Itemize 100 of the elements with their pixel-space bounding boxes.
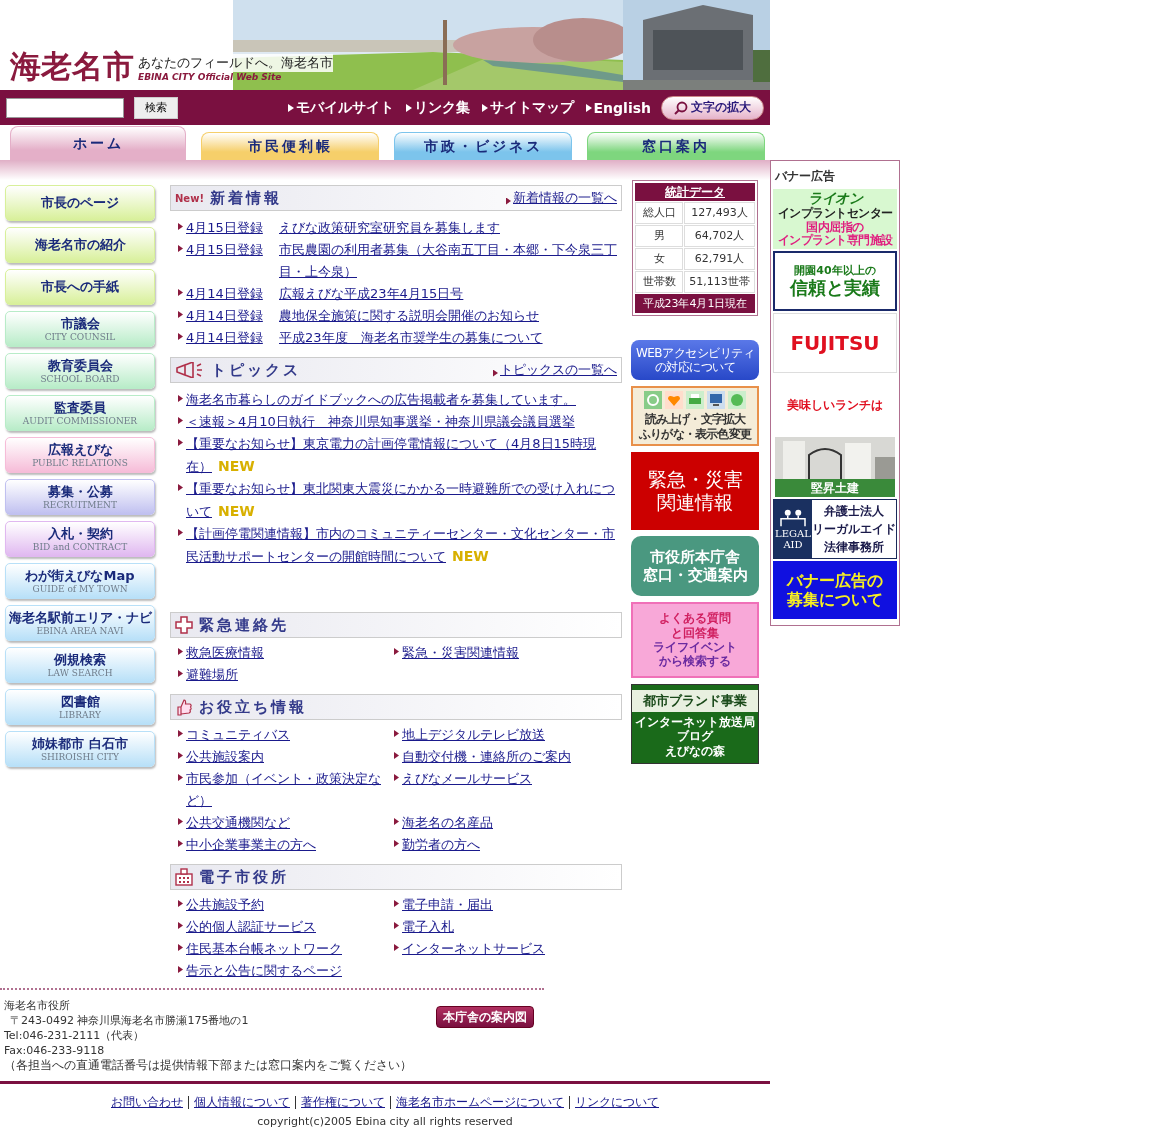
bullet-icon <box>178 484 183 491</box>
sidebar-item[interactable]: 市長のページ <box>5 185 155 221</box>
statistics-title[interactable]: 統計データ <box>635 183 755 201</box>
nav-tab[interactable]: 市民便利帳 <box>201 132 379 160</box>
info-link[interactable]: 中小企業事業主の方へ <box>186 834 316 856</box>
bullet-icon <box>394 922 399 929</box>
more-link[interactable]: 新着情報の一覧へ <box>513 189 617 207</box>
nav-link[interactable]: リンク集 <box>413 98 470 117</box>
news-link[interactable]: 市民農園の利用者募集（大谷南五丁目・本郷・下今泉三丁目・上今泉） <box>279 239 622 283</box>
news-link[interactable]: 農地保全施策に関する説明会開催のお知らせ <box>279 305 622 327</box>
text-zoom-button[interactable]: 文字の拡大 <box>661 95 764 120</box>
news-date-link[interactable]: 4月15日登録 <box>186 217 276 239</box>
lunch-ad-banner[interactable]: 美味しいランチは <box>773 375 897 435</box>
sidebar-item[interactable]: 市長への手紙 <box>5 269 155 305</box>
footer-link[interactable]: お問い合わせ <box>111 1094 183 1111</box>
sidebar-item[interactable]: 海老名駅前エリア・ナビ EBINA AREA NAVI <box>5 605 155 641</box>
city-logo[interactable]: 海老名市 <box>10 51 134 82</box>
info-link[interactable]: 勤労者の方へ <box>402 834 480 856</box>
broadcast-banner[interactable]: 都市ブランド事業 インターネット放送局 ブログ えびなの森 <box>631 684 759 764</box>
sidebar-item[interactable]: 市議会 CITY COUNSIL <box>5 311 155 347</box>
emergency-banner[interactable]: 緊急・災害 関連情報 <box>631 452 759 530</box>
info-link[interactable]: 公共交通機関など <box>186 812 290 834</box>
sidebar-item[interactable]: 監査委員 AUDIT COMMISSIONER <box>5 395 155 431</box>
news-date-link[interactable]: 4月15日登録 <box>186 239 276 283</box>
info-link[interactable]: 地上デジタルテレビ放送 <box>402 724 545 746</box>
footer-link[interactable]: 海老名市ホームページについて <box>396 1094 564 1111</box>
news-link[interactable]: 広報えびな平成23年4月15日号 <box>279 283 622 305</box>
info-link[interactable]: 救急医療情報 <box>186 642 264 664</box>
bullet-icon <box>178 670 183 677</box>
info-link[interactable]: 住民基本台帳ネットワーク <box>186 938 342 960</box>
nav-tab[interactable]: ホーム <box>10 126 186 160</box>
topic-link[interactable]: 【重要なお知らせ】東京電力の計画停電情報について（4月8日15時現在） NEW <box>186 433 622 478</box>
info-link[interactable]: 市民参加（イベント・政策決定など） <box>186 768 388 812</box>
info-link[interactable]: 緊急・災害関連情報 <box>402 642 519 664</box>
building-icon <box>175 868 193 886</box>
info-link[interactable]: インターネットサービス <box>402 938 545 960</box>
info-link[interactable]: 電子入札 <box>402 916 454 938</box>
map-button[interactable]: 本庁舎の案内図 <box>436 1006 534 1028</box>
accessibility-banner[interactable]: WEBアクセシビリティ の対応について <box>631 340 759 380</box>
sidebar-item[interactable]: 例規検索 LAW SEARCH <box>5 647 155 683</box>
bullet-icon <box>394 774 399 781</box>
reading-tools-banner[interactable]: 読み上げ・文字拡大 ふりがな・表示色変更 <box>631 386 759 446</box>
news-link[interactable]: えびな政策研究室研究員を募集します <box>279 217 622 239</box>
sidebar-item[interactable]: 広報えびな PUBLIC RELATIONS <box>5 437 155 473</box>
bullet-icon <box>178 818 183 825</box>
news-link[interactable]: 平成23年度 海老名市奨学生の募集について <box>279 327 622 349</box>
news-date-link[interactable]: 4月14日登録 <box>186 327 276 349</box>
info-link[interactable]: 海老名の名産品 <box>402 812 493 834</box>
topic-link[interactable]: 【計画停電関連情報】市内のコミュニティーセンター・文化センター・市民活動サポートセンターの開館時間について NEW <box>186 523 622 568</box>
ad-recruit-banner[interactable]: バナー広告の 募集について <box>773 561 897 619</box>
copyright-text: copyright(c)2005 Ebina city all rights reserved <box>256 1115 514 1128</box>
trust-ad-banner[interactable]: 開園40年以上の 信頼と実績 <box>773 251 897 311</box>
info-link[interactable]: コミュニティバス <box>186 724 290 746</box>
info-link[interactable]: 自動交付機・連絡所のご案内 <box>402 746 571 768</box>
implant-ad-banner[interactable]: ライオン インプラントセンター 国内屈指の インプラント専門施設 <box>773 189 897 249</box>
sidebar-item[interactable]: 姉妹都市 白石市 SHIROISHI CITY <box>5 731 155 767</box>
bullet-icon <box>394 648 399 655</box>
nav-tab[interactable]: 市政・ビジネス <box>394 132 572 160</box>
footer-link[interactable]: 著作権について <box>301 1094 385 1111</box>
topic-link[interactable]: ＜速報＞4月10日執行 神奈川県知事選挙・神奈川県議会議員選挙 <box>186 411 622 433</box>
info-link[interactable]: 電子申請・届出 <box>402 894 493 916</box>
info-link[interactable]: 公共施設予約 <box>186 894 264 916</box>
nav-link[interactable]: モバイルサイト <box>295 98 394 117</box>
sidebar-item[interactable]: 入札・契約 BID and CONTRACT <box>5 521 155 557</box>
topic-link[interactable]: 海老名市暮らしのガイドブックへの広告掲載者を募集しています。 <box>186 389 622 411</box>
info-link[interactable]: 避難場所 <box>186 664 238 686</box>
info-link[interactable]: 公共施設案内 <box>186 746 264 768</box>
bullet-icon <box>178 333 183 340</box>
sidebar-item[interactable]: 図書館 LIBRARY <box>5 689 155 725</box>
fujitsu-ad-banner[interactable]: FUJITSU <box>773 313 897 373</box>
topic-link[interactable]: 【重要なお知らせ】東北関東大震災にかかる一時避難所での受け入れについて NEW <box>186 478 622 523</box>
bullet-icon <box>506 197 511 205</box>
construction-ad-banner[interactable]: 堅昇土建 <box>773 437 897 497</box>
arrow-icon <box>287 103 294 112</box>
search-button[interactable]: 検索 <box>134 96 178 119</box>
sidebar-item[interactable]: わが街えびなMap GUIDE of MY TOWN <box>5 563 155 599</box>
search-field[interactable] <box>6 97 124 118</box>
more-link[interactable]: トピックスの一覧へ <box>500 361 617 379</box>
statistics-date: 平成23年4月1日現在 <box>635 294 755 313</box>
megaphone-icon <box>175 362 205 378</box>
nav-link[interactable]: サイトマップ <box>489 98 574 117</box>
new-label: NEW <box>452 547 489 566</box>
footer-note: （各担当への直通電話番号は提供情報下部または窓口案内をご覧ください） <box>4 1058 412 1073</box>
nav-tab[interactable]: 窓口案内 <box>587 132 765 160</box>
globe-icon <box>728 391 746 410</box>
sidebar-item[interactable]: 教育委員会 SCHOOL BOARD <box>5 353 155 389</box>
footer-link[interactable]: 個人情報について <box>194 1094 290 1111</box>
faq-banner[interactable]: よくある質問 と回答集 ライフイベント から検索する <box>631 602 759 678</box>
news-date-link[interactable]: 4月14日登録 <box>186 283 276 305</box>
nav-link[interactable]: English <box>593 99 651 116</box>
info-link[interactable]: 公的個人認証サービス <box>186 916 316 938</box>
ads-title: バナー広告 <box>775 168 835 185</box>
legal-ad-banner[interactable]: LEGAL AID 弁護士法人 リーガルエイド 法律事務所 <box>773 499 897 559</box>
sidebar-item[interactable]: 募集・公募 RECRUITMENT <box>5 479 155 515</box>
info-link[interactable]: 告示と公告に関するページ <box>186 960 342 982</box>
info-link[interactable]: えびなメールサービス <box>402 768 532 812</box>
sidebar-item[interactable]: 海老名市の紹介 <box>5 227 155 263</box>
table-cell: 女 <box>635 248 683 270</box>
news-date-link[interactable]: 4月14日登録 <box>186 305 276 327</box>
footer-link[interactable]: リンクについて <box>575 1094 659 1111</box>
